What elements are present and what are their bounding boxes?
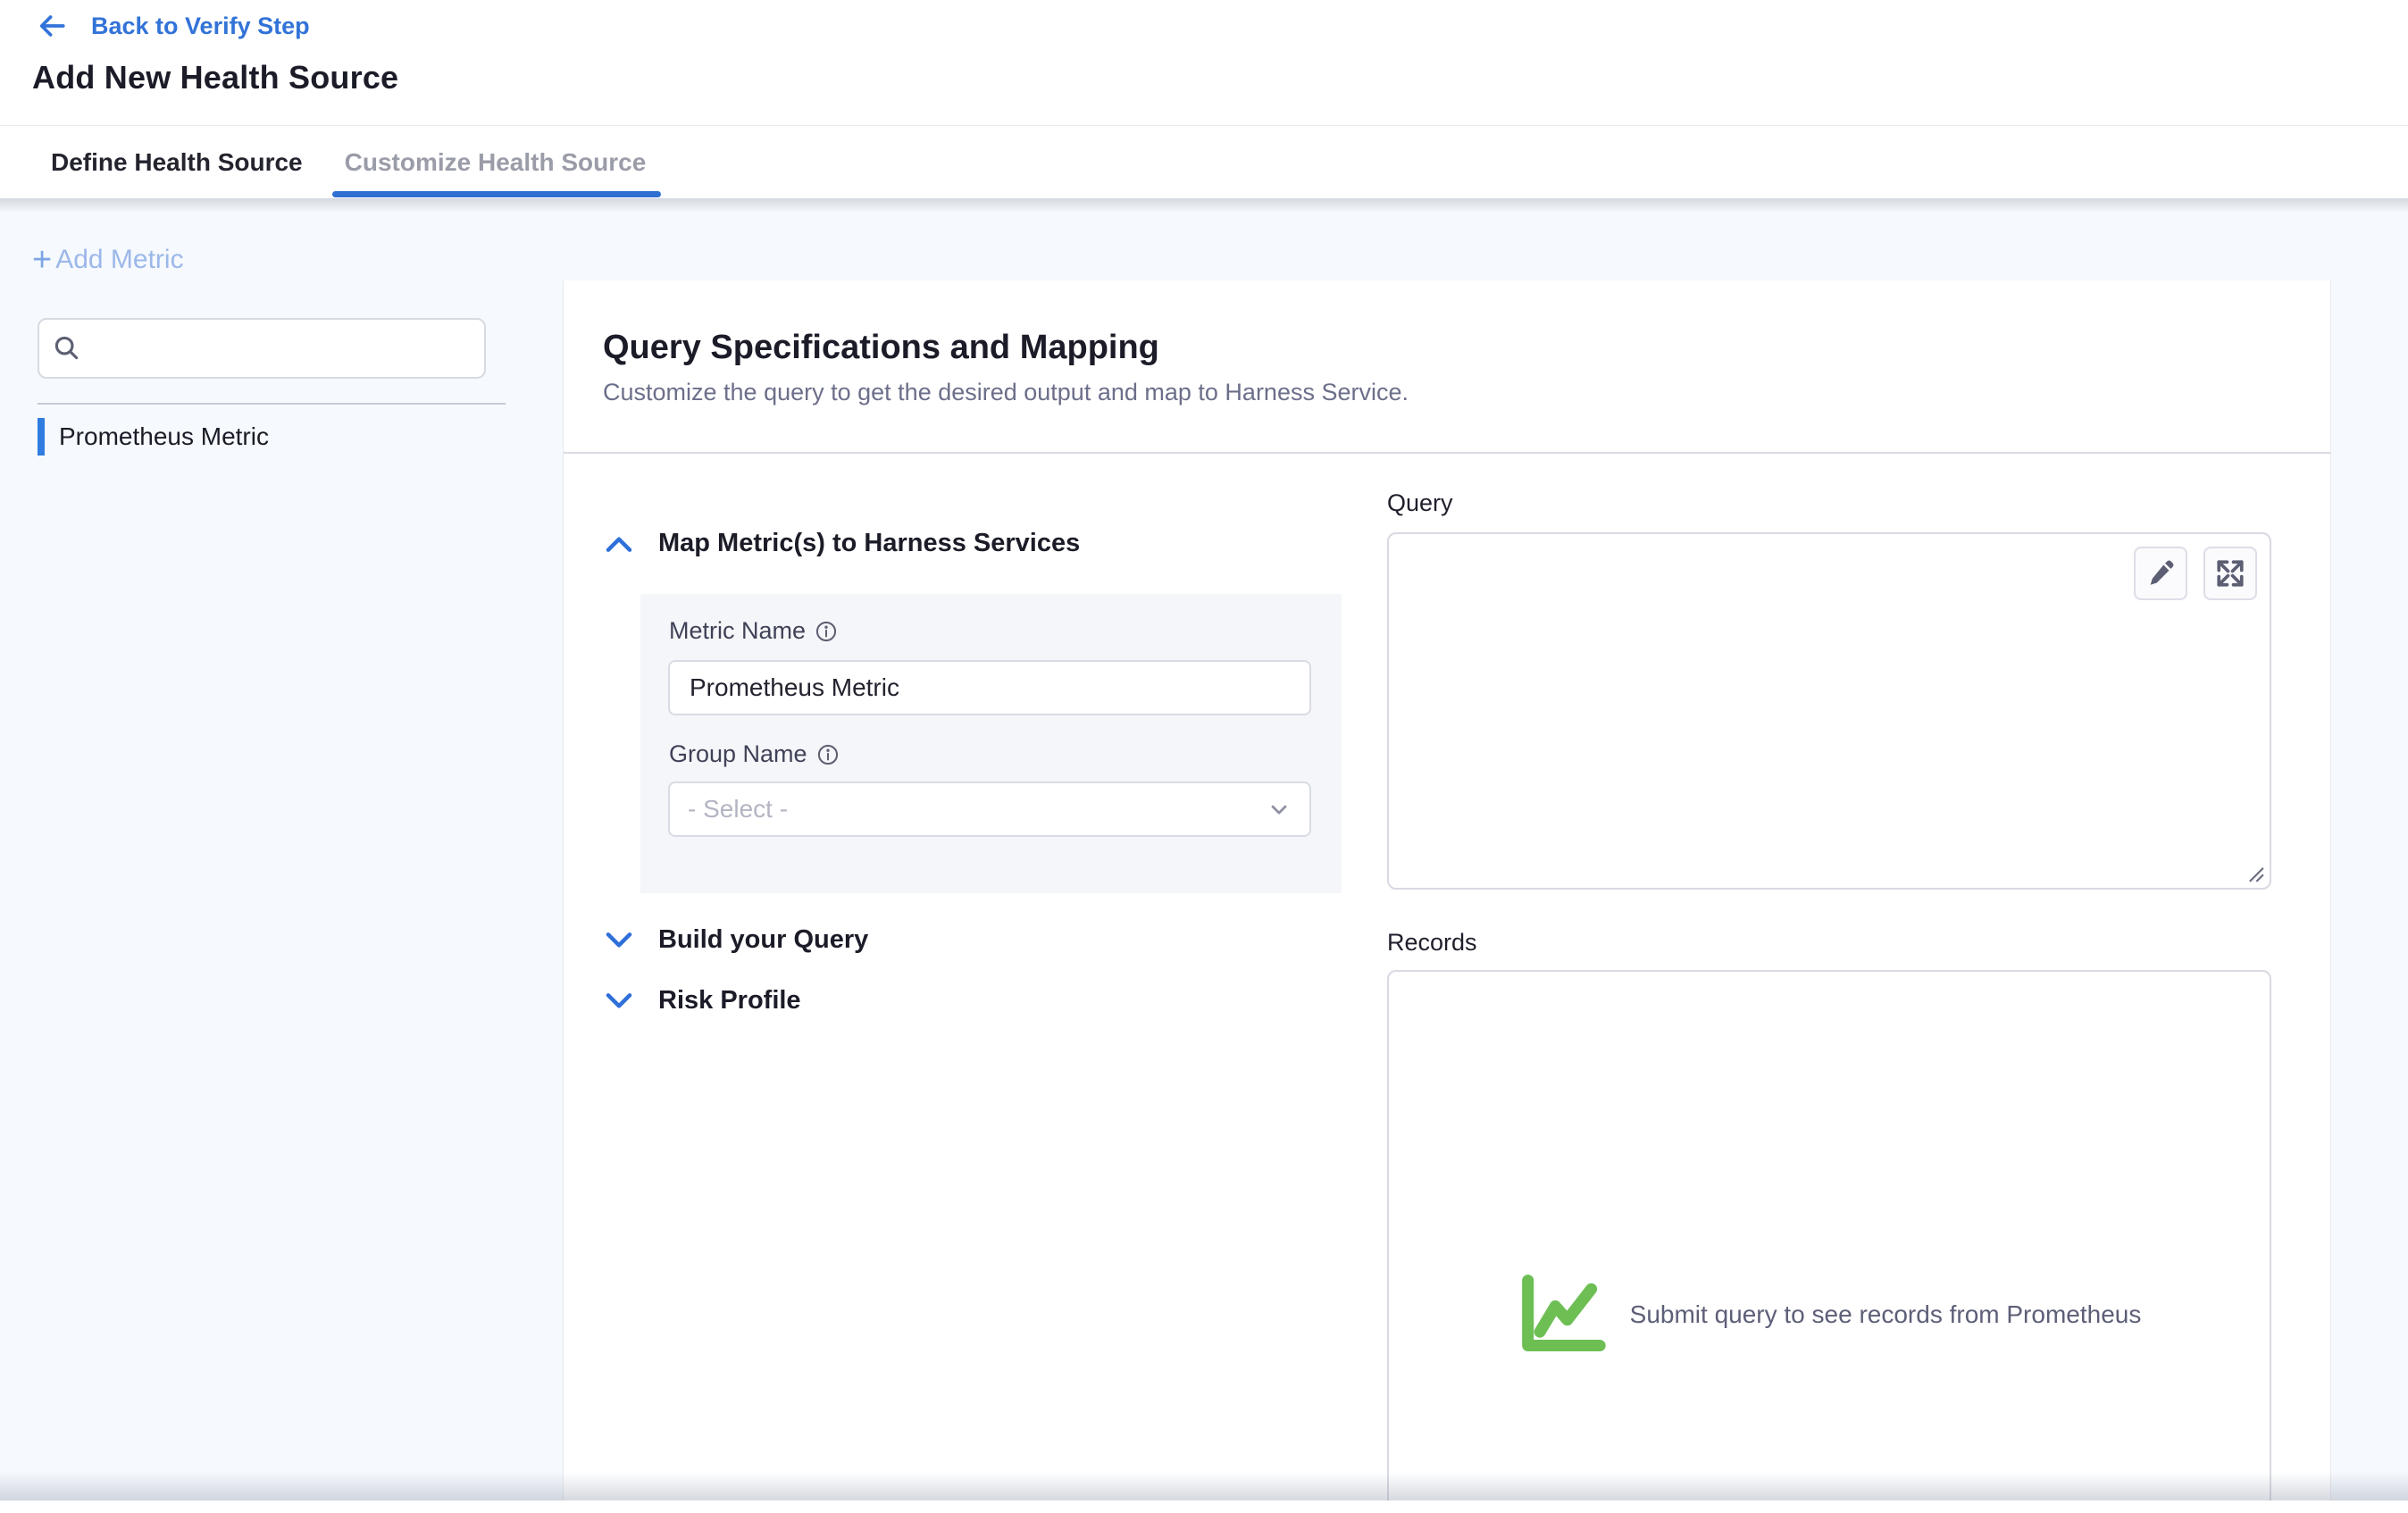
sidebar-divider: [38, 403, 506, 405]
panel-subtitle: Customize the query to get the desired o…: [603, 379, 1409, 406]
back-link[interactable]: Back to Verify Step: [34, 11, 310, 41]
panel-title: Query Specifications and Mapping: [603, 329, 1159, 367]
add-metric-button[interactable]: + Add Metric: [32, 245, 184, 275]
chevron-down-icon: [605, 991, 633, 1011]
edit-query-button[interactable]: [2134, 547, 2187, 600]
metric-item-label: Prometheus Metric: [59, 422, 269, 451]
footer-strip: [0, 1500, 2408, 1513]
group-name-select[interactable]: - Select -: [668, 782, 1311, 837]
page-header: Back to Verify Step Add New Health Sourc…: [0, 0, 2408, 125]
group-name-label: Group Name: [669, 740, 807, 768]
info-icon: [815, 620, 838, 643]
query-actions: [2134, 547, 2257, 600]
search-icon: [52, 333, 82, 364]
metric-name-input[interactable]: [668, 660, 1311, 715]
content-area: + Add Metric Prometheus Metric Query Spe…: [0, 198, 2408, 1500]
info-icon: [816, 743, 840, 766]
chevron-down-icon: [605, 931, 633, 950]
query-label: Query: [1387, 489, 1453, 517]
resize-handle-icon[interactable]: [2239, 857, 2266, 884]
section-risk-profile[interactable]: Risk Profile: [605, 986, 801, 1016]
health-source-tabs: Define Health Source Customize Health So…: [0, 125, 2408, 198]
tab-customize-health-source[interactable]: Customize Health Source: [345, 148, 647, 177]
panel-divider: [564, 452, 2330, 454]
records-empty-state: Submit query to see records from Prometh…: [1389, 1274, 2270, 1356]
metric-list-item-prometheus[interactable]: Prometheus Metric: [38, 418, 506, 456]
group-name-placeholder: - Select -: [688, 795, 788, 823]
query-specifications-panel: Query Specifications and Mapping Customi…: [563, 280, 2331, 1500]
expand-query-button[interactable]: [2203, 547, 2257, 600]
section-risk-profile-label: Risk Profile: [658, 986, 801, 1016]
metric-name-label: Metric Name: [669, 617, 806, 645]
section-build-query[interactable]: Build your Query: [605, 925, 868, 955]
line-chart-icon: [1518, 1274, 1607, 1356]
query-editor[interactable]: [1387, 532, 2271, 890]
back-link-label: Back to Verify Step: [91, 13, 310, 40]
section-map-metrics-label: Map Metric(s) to Harness Services: [658, 529, 1080, 558]
metric-name-label-row: Metric Name: [669, 617, 838, 645]
metric-mapping-form: Metric Name Group Name - Select -: [640, 594, 1342, 893]
section-map-metrics[interactable]: Map Metric(s) to Harness Services: [605, 529, 1080, 558]
plus-icon: +: [32, 247, 52, 273]
tab-define-health-source[interactable]: Define Health Source: [51, 148, 303, 177]
pencil-icon: [2145, 558, 2176, 589]
metrics-sidebar: + Add Metric Prometheus Metric: [0, 198, 563, 1500]
page-title: Add New Health Source: [32, 59, 398, 96]
arrows-out-icon: [2215, 558, 2245, 589]
section-build-query-label: Build your Query: [658, 925, 868, 955]
chevron-up-icon: [605, 534, 633, 554]
arrow-left-icon: [34, 11, 70, 41]
records-label: Records: [1387, 929, 1477, 957]
add-metric-label: Add Metric: [55, 245, 183, 275]
selected-indicator: [38, 418, 45, 456]
metric-search-input[interactable]: [93, 335, 472, 363]
group-name-label-row: Group Name: [669, 740, 840, 768]
metric-search: [38, 318, 486, 379]
records-empty-message: Submit query to see records from Prometh…: [1630, 1300, 2142, 1329]
chevron-down-icon: [1267, 797, 1292, 822]
records-panel: Submit query to see records from Prometh…: [1387, 970, 2271, 1500]
